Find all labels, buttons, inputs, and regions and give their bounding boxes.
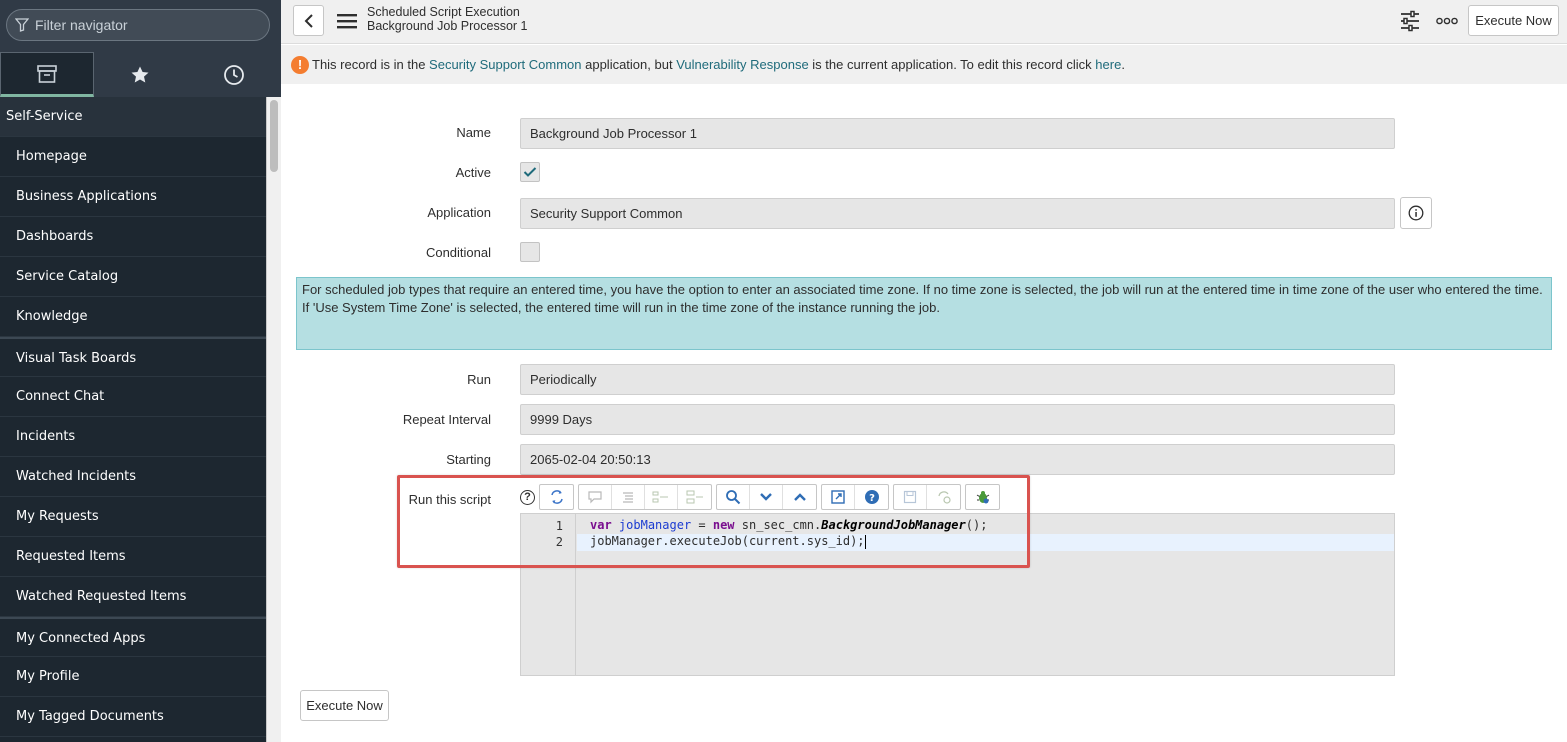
repeat-interval-label: Repeat Interval xyxy=(402,412,491,427)
filter-placeholder: Filter navigator xyxy=(35,17,128,33)
header-title-block: Scheduled Script Execution Background Jo… xyxy=(367,5,528,33)
info-icon xyxy=(1408,205,1424,221)
nav-item-homepage[interactable]: Homepage xyxy=(0,137,266,177)
run-field[interactable]: Periodically xyxy=(520,364,1395,395)
starting-label: Starting xyxy=(446,452,491,467)
warning-icon: ! xyxy=(291,56,309,74)
active-label: Active xyxy=(455,165,491,180)
record-form: Name Background Job Processor 1 Active A… xyxy=(281,84,1567,742)
navigator-tabs xyxy=(0,52,281,97)
conditional-checkbox[interactable] xyxy=(520,242,540,262)
clock-icon xyxy=(224,64,244,85)
more-options-icon[interactable] xyxy=(1436,16,1458,26)
nav-item-incidents[interactable]: Incidents xyxy=(0,417,266,457)
tab-all-apps[interactable] xyxy=(0,52,94,97)
execute-now-button[interactable]: Execute Now xyxy=(300,690,389,721)
nav-item-connect-chat[interactable]: Connect Chat xyxy=(0,377,266,417)
application-navigator: Filter navigator Self-Service Homepage B… xyxy=(0,0,281,742)
application-scope-banner: ! This record is in the Security Support… xyxy=(281,45,1567,84)
navigator-scrollbar[interactable] xyxy=(266,97,281,742)
nav-item-requested-items[interactable]: Requested Items xyxy=(0,537,266,577)
edit-here-link[interactable]: here xyxy=(1095,57,1121,72)
repeat-interval-field[interactable]: 9999 Days xyxy=(520,404,1395,435)
nav-item-business-applications[interactable]: Business Applications xyxy=(0,177,266,217)
form-header: Scheduled Script Execution Background Jo… xyxy=(281,0,1567,44)
filter-icon xyxy=(15,18,29,32)
execute-now-button-header[interactable]: Execute Now xyxy=(1468,5,1559,36)
name-field[interactable]: Background Job Processor 1 xyxy=(520,118,1395,149)
scrollbar-thumb[interactable] xyxy=(270,100,278,172)
navigator-search-bar: Filter navigator xyxy=(0,0,281,50)
tab-favorites[interactable] xyxy=(94,52,188,97)
banner-text-prefix: This record is in the xyxy=(312,57,430,72)
banner-text-middle1: application, but xyxy=(581,57,677,72)
banner-text-middle2: is the current application. To edit this… xyxy=(808,57,1096,72)
record-name: Background Job Processor 1 xyxy=(367,19,528,33)
nav-section-self-service[interactable]: Self-Service xyxy=(0,97,266,137)
starting-field[interactable]: 2065-02-04 20:50:13 xyxy=(520,444,1395,475)
nav-item-dashboards[interactable]: Dashboards xyxy=(0,217,266,257)
nav-item-my-requests[interactable]: My Requests xyxy=(0,497,266,537)
filter-navigator-input[interactable]: Filter navigator xyxy=(6,9,270,41)
chevron-left-icon xyxy=(304,13,313,28)
name-label: Name xyxy=(456,125,491,140)
banner-text-suffix: . xyxy=(1121,57,1125,72)
nav-item-my-connected-apps[interactable]: My Connected Apps xyxy=(0,617,266,657)
vulnerability-response-link[interactable]: Vulnerability Response xyxy=(676,57,808,72)
nav-item-watched-requested-items[interactable]: Watched Requested Items xyxy=(0,577,266,617)
security-support-common-link[interactable]: Security Support Common xyxy=(429,57,581,72)
application-label: Application xyxy=(427,205,491,220)
time-zone-notice: For scheduled job types that require an … xyxy=(296,277,1552,350)
tab-history[interactable] xyxy=(187,52,281,97)
nav-item-visual-task-boards[interactable]: Visual Task Boards xyxy=(0,337,266,377)
active-checkbox[interactable] xyxy=(520,162,540,182)
run-label: Run xyxy=(467,372,491,387)
script-highlight-box xyxy=(397,475,1030,568)
hamburger-menu-icon[interactable] xyxy=(337,12,357,30)
nav-item-watched-incidents[interactable]: Watched Incidents xyxy=(0,457,266,497)
nav-item-my-profile[interactable]: My Profile xyxy=(0,657,266,697)
page-title: Scheduled Script Execution xyxy=(367,5,520,19)
nav-item-my-tagged-documents[interactable]: My Tagged Documents xyxy=(0,697,266,737)
star-icon xyxy=(131,66,149,82)
back-button[interactable] xyxy=(293,5,324,36)
application-field[interactable]: Security Support Common xyxy=(520,198,1395,229)
checkmark-icon xyxy=(523,167,537,177)
application-info-button[interactable] xyxy=(1400,197,1432,229)
navigator-list: Self-Service Homepage Business Applicati… xyxy=(0,97,266,742)
conditional-label: Conditional xyxy=(425,245,491,260)
nav-item-knowledge[interactable]: Knowledge xyxy=(0,297,266,337)
settings-sliders-icon[interactable] xyxy=(1399,10,1421,32)
nav-item-service-catalog[interactable]: Service Catalog xyxy=(0,257,266,297)
archive-icon xyxy=(36,64,57,83)
